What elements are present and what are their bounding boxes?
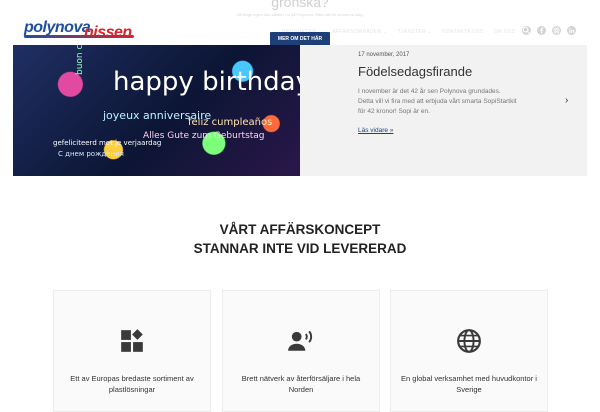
nav-item-om-oss[interactable]: OM OSS: [494, 29, 516, 35]
birthday-slide-image[interactable]: buon compleanno happy birthday joyeux an…: [13, 45, 300, 176]
apps-icon: [116, 327, 148, 355]
read-more-link[interactable]: Läs vidare »: [358, 127, 393, 134]
slide-date: 17 november, 2017: [358, 52, 410, 58]
slide-content: 17 november, 2017 Födelsedagsfirande I n…: [358, 52, 518, 137]
section-heading-line1: VÅRT AFFÄRSKONCEPT: [219, 222, 381, 237]
search-icon[interactable]: [522, 26, 531, 35]
card-label-global: En global verksamhet med huvudkontor i S…: [401, 374, 537, 394]
header-icons: [522, 26, 576, 35]
section-heading: VÅRT AFFÄRSKONCEPT STANNAR INTE VID LEVE…: [0, 220, 600, 258]
hero-ghost-title: grönska? Så länge ingen kan sänka i nu p…: [230, 0, 370, 18]
card-label-natverk: Brett nätverk av återförsäljare i hela N…: [241, 374, 361, 394]
globe-icon: [453, 327, 485, 355]
hero-ghost-subtext: Så länge ingen kan sänka i nu på Polynov…: [236, 12, 364, 17]
nav-item-tjanster[interactable]: TJÄNSTER ⌄: [398, 29, 432, 35]
image-word-happy-birthday: happy birthday: [113, 67, 300, 97]
section-heading-line2: STANNAR INTE VID LEVERERAD: [193, 241, 407, 256]
logo-swoosh: [24, 35, 134, 38]
card-label-sortiment: Ett av Europas bredaste sortiment av pla…: [70, 374, 194, 394]
facebook-icon[interactable]: [537, 26, 546, 35]
feature-card-global: En global verksamhet med huvudkontor i S…: [390, 290, 548, 412]
image-word-russian: С днем рождения: [58, 150, 124, 158]
image-word-gefeliciteerd: gefeliciteerd met je verjaardag: [53, 139, 162, 147]
nav-item-affarsomraden[interactable]: AFFÄRSOMRÅDEN ⌄: [332, 29, 387, 35]
linkedin-icon[interactable]: [567, 26, 576, 35]
logo-text-nissen: nissen: [84, 24, 132, 41]
instagram-icon[interactable]: [552, 26, 561, 35]
feature-card-sortiment: Ett av Europas bredaste sortiment av pla…: [53, 290, 211, 412]
record-voice-icon: [285, 327, 317, 355]
feature-card-natverk: Brett nätverk av återförsäljare i hela N…: [222, 290, 380, 412]
hero-ghost-heading: grönska?: [271, 0, 329, 10]
slide-body: I november är det 42 år sen Polynova gru…: [358, 88, 517, 115]
nav-item-kontakta[interactable]: KONTAKTA OSS: [442, 29, 483, 35]
site-logo[interactable]: polynova nissen: [24, 18, 136, 42]
image-word-buon-compleanno: buon compleanno: [75, 45, 85, 75]
image-word-feliz: feliz cumpleaños: [188, 117, 273, 128]
slide-title: Födelsedagsfirande: [358, 64, 473, 79]
slider-next-arrow[interactable]: ›: [565, 95, 568, 106]
